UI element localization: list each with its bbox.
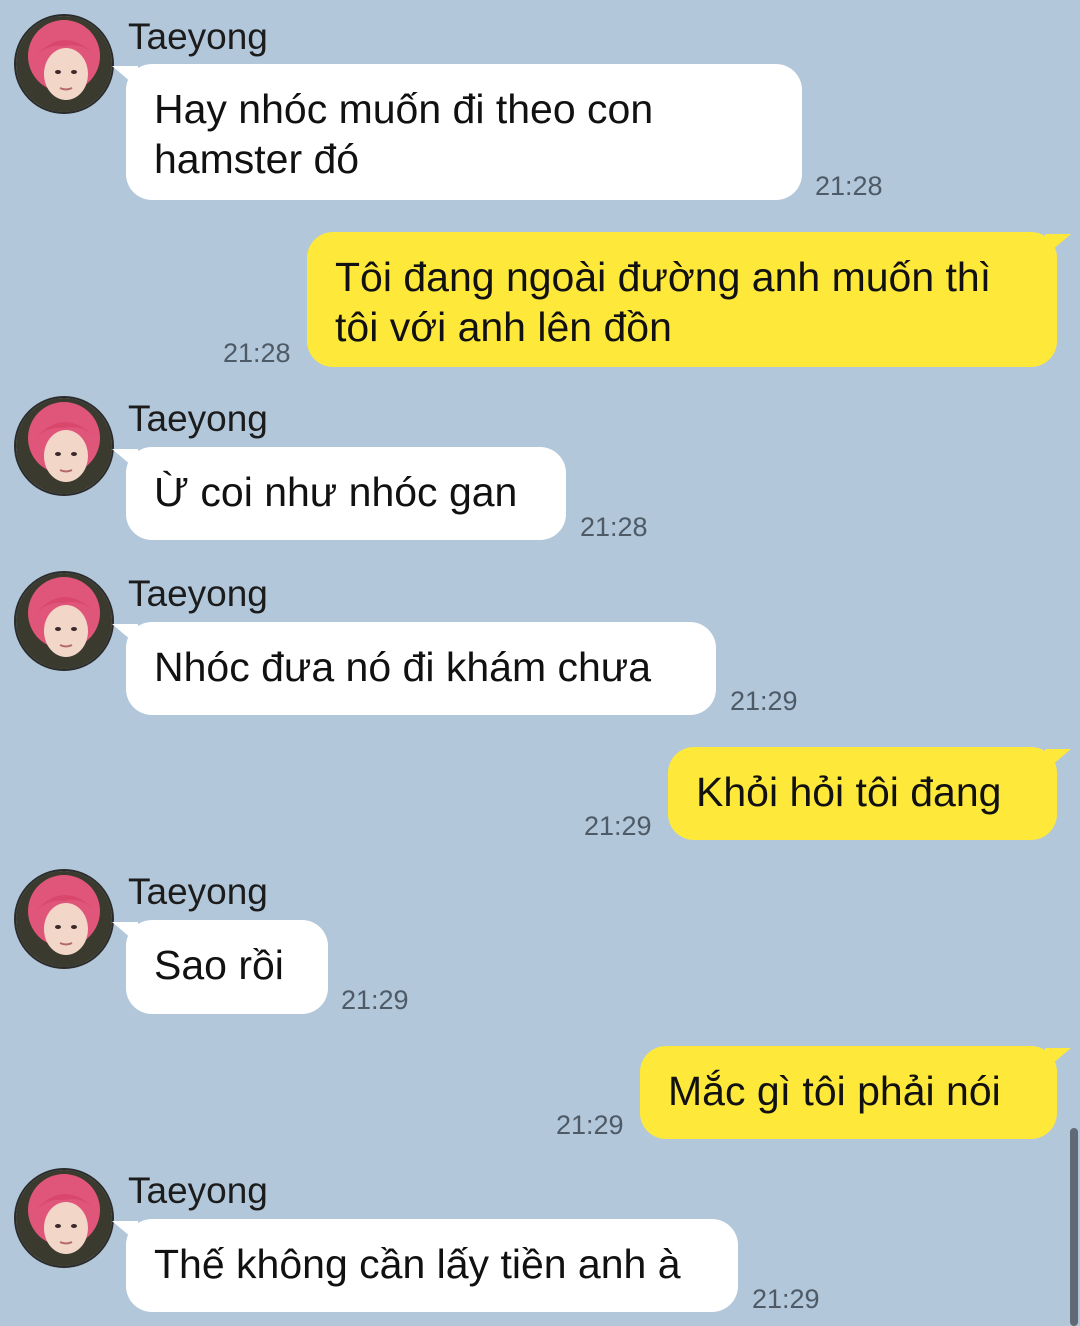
incoming-message-bubble[interactable]: Hay nhóc muốn đi theo con hamster đó (112, 64, 802, 200)
outgoing-message-bubble[interactable]: Khỏi hỏi tôi đang (668, 747, 1071, 840)
avatar-photo-icon (16, 1170, 112, 1266)
chat-message-list[interactable]: Taeyong Hay nhóc muốn đi theo con hamste… (0, 0, 1080, 1326)
message-timestamp: 21:29 (341, 985, 409, 1015)
incoming-message-bubble[interactable]: Ừ coi như nhóc gan (112, 447, 566, 540)
message-timestamp: 21:29 (752, 1284, 820, 1314)
sender-name: Taeyong (128, 1170, 268, 1211)
contact-avatar[interactable] (14, 396, 114, 496)
outgoing-message-bubble[interactable]: Tôi đang ngoài đường anh muốn thì tôi vớ… (307, 232, 1071, 367)
message-timestamp: 21:28 (580, 512, 648, 542)
message-timestamp: 21:29 (730, 686, 798, 716)
contact-avatar[interactable] (14, 14, 114, 114)
avatar-photo-icon (16, 871, 112, 967)
sender-name: Taeyong (128, 573, 268, 614)
avatar-photo-icon (16, 398, 112, 494)
incoming-message-bubble[interactable]: Nhóc đưa nó đi khám chưa (112, 622, 716, 715)
contact-avatar[interactable] (14, 869, 114, 969)
incoming-message-bubble[interactable]: Sao rồi (112, 920, 328, 1014)
sender-name: Taeyong (128, 871, 268, 912)
contact-avatar[interactable] (14, 1168, 114, 1268)
sender-name: Taeyong (128, 16, 268, 57)
message-timestamp: 21:29 (584, 811, 652, 841)
sender-name: Taeyong (128, 398, 268, 439)
message-timestamp: 21:28 (223, 338, 291, 368)
incoming-message-bubble[interactable]: Thế không cần lấy tiền anh à (112, 1219, 738, 1312)
avatar-photo-icon (16, 573, 112, 669)
scrollbar-thumb[interactable] (1070, 1128, 1078, 1326)
contact-avatar[interactable] (14, 571, 114, 671)
outgoing-message-bubble[interactable]: Mắc gì tôi phải nói (640, 1046, 1071, 1139)
message-timestamp: 21:28 (815, 171, 883, 201)
message-timestamp: 21:29 (556, 1110, 624, 1140)
avatar-photo-icon (16, 16, 112, 112)
